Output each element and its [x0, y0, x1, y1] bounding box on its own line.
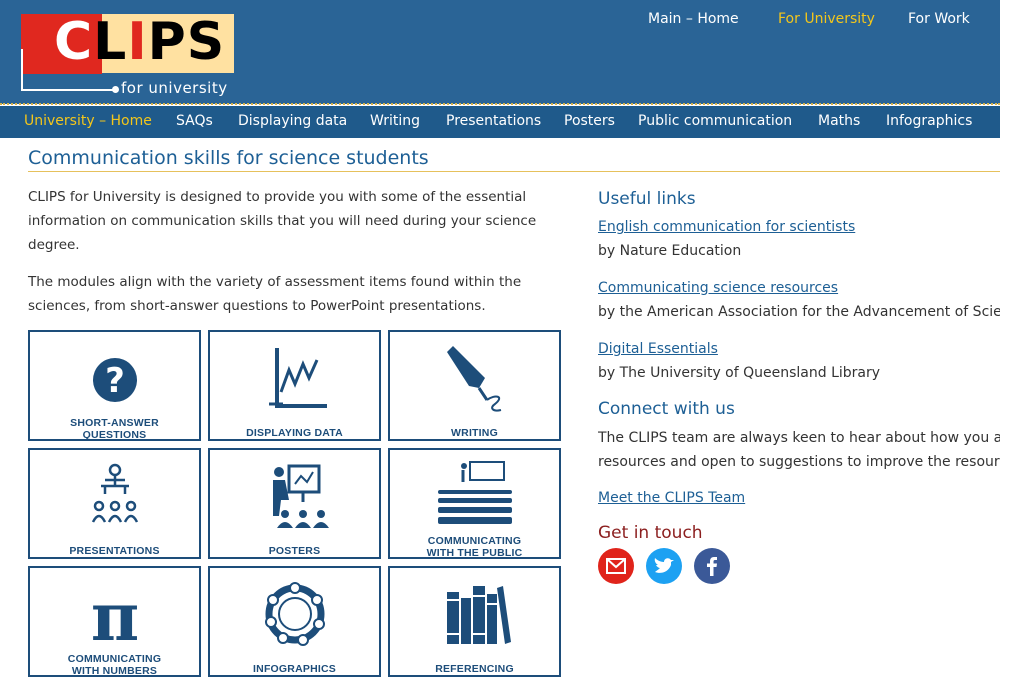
link-source-text: by The University of Queensland Library	[598, 365, 881, 381]
main-navigation: University – Home SAQs Displaying data W…	[0, 106, 1000, 138]
connect-heading: Connect with us	[598, 399, 735, 419]
tile-label-line: WRITING	[451, 427, 498, 439]
nav-writing[interactable]: Writing	[370, 113, 420, 129]
nav-posters[interactable]: Posters	[564, 113, 615, 129]
nav-infographics[interactable]: Infographics	[886, 113, 972, 129]
tile-communicating-with-public[interactable]: COMMUNICATING WITH THE PUBLIC	[388, 448, 561, 559]
top-navigation: Main – Home For University For Work	[0, 11, 1000, 31]
svg-text:π: π	[90, 578, 138, 654]
tile-communicating-with-numbers[interactable]: π COMMUNICATING WITH NUMBERS	[28, 566, 201, 677]
tile-infographics[interactable]: INFOGRAPHICS	[208, 566, 381, 677]
link-english-communication[interactable]: English communication for scientists	[598, 219, 855, 235]
crowd-icon	[390, 456, 559, 536]
title-underline	[28, 171, 1000, 172]
tile-displaying-data[interactable]: DISPLAYING DATA	[208, 330, 381, 441]
infographic-ring-icon	[210, 574, 379, 654]
poster-board-icon	[210, 456, 379, 536]
tile-label-line: INFOGRAPHICS	[253, 663, 336, 675]
intro-paragraph-1: CLIPS for University is designed to prov…	[28, 189, 537, 253]
books-icon	[390, 574, 559, 654]
tile-label-line: COMMUNICATING	[427, 535, 522, 547]
tile-label-line: WITH NUMBERS	[71, 665, 158, 677]
tile-label-line: COMMUNICATING	[67, 653, 162, 665]
nav-public-communication[interactable]: Public communication	[638, 113, 792, 129]
fountain-pen-icon	[390, 338, 559, 418]
logo-underline	[21, 89, 116, 91]
tile-label-line: QUESTIONS	[82, 429, 147, 441]
question-icon: ?	[30, 338, 199, 418]
nav-university-home[interactable]: University – Home	[24, 113, 152, 129]
email-icon[interactable]	[598, 548, 634, 584]
presenter-audience-icon	[30, 456, 199, 536]
meet-team-link[interactable]: Meet the CLIPS Team	[598, 490, 745, 506]
tile-presentations[interactable]: PRESENTATIONS	[28, 448, 201, 559]
logo-dot	[112, 86, 119, 93]
tile-label-line: SHORT-ANSWER	[70, 417, 159, 429]
svg-text:?: ?	[105, 361, 125, 401]
tile-label-line: PRESENTATIONS	[69, 545, 160, 557]
tile-label-line: DISPLAYING DATA	[246, 427, 343, 439]
get-in-touch-heading: Get in touch	[598, 523, 703, 543]
facebook-icon[interactable]	[694, 548, 730, 584]
nav-displaying-data[interactable]: Displaying data	[238, 113, 347, 129]
link-communicating-science-resources[interactable]: Communicating science resources	[598, 280, 838, 296]
line-graph-icon	[210, 338, 379, 418]
page-title: Communication skills for science student…	[28, 147, 429, 169]
tile-referencing[interactable]: REFERENCING	[388, 566, 561, 677]
tile-label-line: POSTERS	[268, 545, 321, 557]
logo-subtitle: for university	[121, 79, 228, 97]
connect-text-line: The CLIPS team are always keen to hear a…	[598, 430, 1000, 446]
logo-bracket-line	[21, 49, 23, 91]
top-nav-for-work[interactable]: For Work	[908, 11, 970, 27]
tile-label-line: REFERENCING	[435, 663, 514, 675]
site-header: CLIPS for university Main – Home For Uni…	[0, 0, 1000, 104]
connect-text-line: resources and open to suggestions to imp…	[598, 454, 1000, 470]
top-nav-for-university[interactable]: For University	[778, 11, 875, 27]
link-source-text: by the American Association for the Adva…	[598, 304, 1000, 320]
tile-writing[interactable]: WRITING	[388, 330, 561, 441]
top-nav-main-home[interactable]: Main – Home	[648, 11, 739, 27]
intro-paragraph-2: The modules align with the variety of as…	[28, 274, 522, 314]
tile-short-answer-questions[interactable]: ? SHORT-ANSWER QUESTIONS	[28, 330, 201, 441]
nav-presentations[interactable]: Presentations	[446, 113, 541, 129]
pi-icon: π	[30, 574, 199, 654]
twitter-icon[interactable]	[646, 548, 682, 584]
tile-label-line: WITH THE PUBLIC	[426, 547, 523, 559]
tile-posters[interactable]: POSTERS	[208, 448, 381, 559]
nav-maths[interactable]: Maths	[818, 113, 860, 129]
useful-links-heading: Useful links	[598, 189, 696, 209]
nav-saqs[interactable]: SAQs	[176, 113, 213, 129]
link-source-text: by Nature Education	[598, 243, 742, 259]
header-divider	[0, 103, 1000, 105]
link-digital-essentials[interactable]: Digital Essentials	[598, 341, 718, 357]
